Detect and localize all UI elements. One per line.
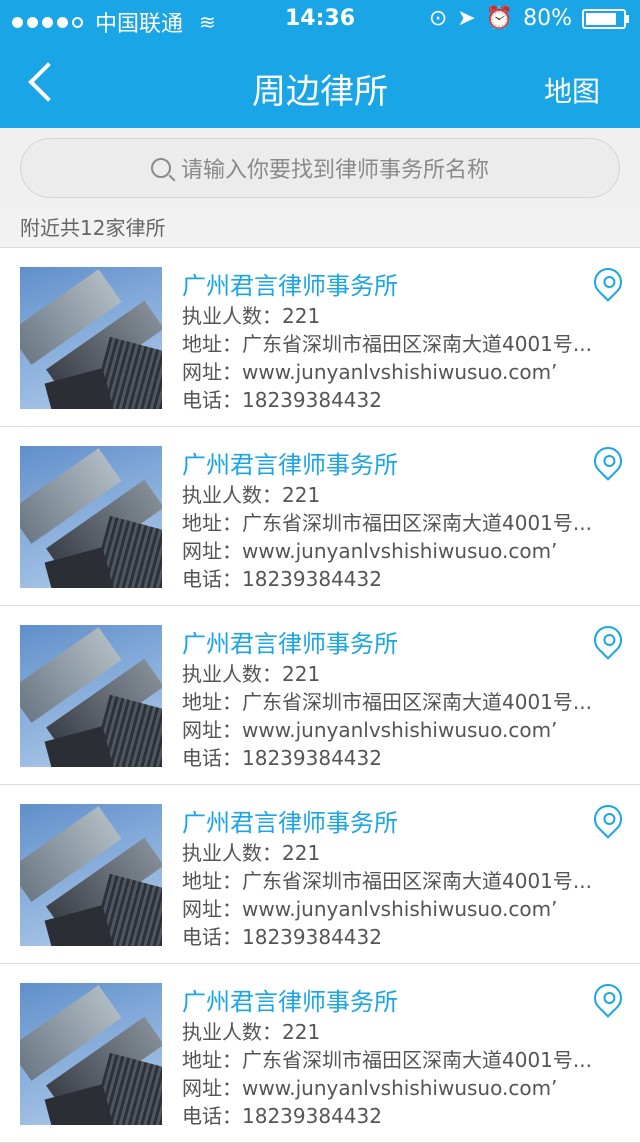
location-pin-icon[interactable] — [588, 441, 628, 481]
firm-phone: 电话：18239384432 — [182, 746, 382, 770]
location-pin-icon[interactable] — [588, 978, 628, 1018]
firm-address: 地址：广东省深圳市福田区深南大道4001号... — [182, 690, 592, 714]
status-right: ⊙ ➤ ⏰ 80% — [428, 6, 629, 31]
firm-name: 广州君言律师事务所 — [182, 988, 398, 1016]
result-count: 附近共12家律所 — [0, 208, 640, 248]
location-pin-icon[interactable] — [588, 620, 628, 660]
firm-address: 地址：广东省深圳市福田区深南大道4001号... — [182, 332, 592, 356]
firm-list-item[interactable]: 广州君言律师事务所 执业人数：221 地址：广东省深圳市福田区深南大道4001号… — [0, 427, 640, 606]
firm-phone: 电话：18239384432 — [182, 388, 382, 412]
firm-website: 网址：www.junyanlvshishiwusuo.com’ — [182, 897, 558, 921]
status-bar: 中国联通 ≋ 14:36 ⊙ ➤ ⏰ 80% — [0, 0, 640, 40]
firm-address: 地址：广东省深圳市福田区深南大道4001号... — [182, 869, 592, 893]
search-icon — [150, 158, 171, 178]
search-input[interactable]: 请输入你要找到律师事务所名称 — [20, 138, 620, 198]
firm-phone: 电话：18239384432 — [182, 1104, 382, 1128]
firm-list: 广州君言律师事务所 执业人数：221 地址：广东省深圳市福田区深南大道4001号… — [0, 248, 640, 1143]
firm-name: 广州君言律师事务所 — [182, 272, 398, 300]
firm-list-item[interactable]: 广州君言律师事务所 执业人数：221 地址：广东省深圳市福田区深南大道4001号… — [0, 964, 640, 1143]
location-arrow-icon: ➤ — [457, 6, 476, 31]
firm-website: 网址：www.junyanlvshishiwusuo.com’ — [182, 1076, 558, 1100]
firm-thumbnail — [20, 983, 162, 1125]
firm-thumbnail — [20, 625, 162, 767]
firm-thumbnail — [20, 446, 162, 588]
firm-staff: 执业人数：221 — [182, 1020, 321, 1044]
search-section: 请输入你要找到律师事务所名称 — [0, 128, 640, 209]
firm-staff: 执业人数：221 — [182, 304, 321, 328]
nav-bar: 周边律所 地图 — [0, 40, 640, 128]
location-pin-icon[interactable] — [588, 262, 628, 302]
rotation-lock-icon: ⊙ — [428, 6, 448, 31]
firm-list-item[interactable]: 广州君言律师事务所 执业人数：221 地址：广东省深圳市福田区深南大道4001号… — [0, 785, 640, 964]
firm-phone: 电话：18239384432 — [182, 567, 382, 591]
firm-name: 广州君言律师事务所 — [182, 451, 398, 479]
firm-address: 地址：广东省深圳市福田区深南大道4001号... — [182, 511, 592, 535]
firm-staff: 执业人数：221 — [182, 662, 321, 686]
firm-list-item[interactable]: 广州君言律师事务所 执业人数：221 地址：广东省深圳市福田区深南大道4001号… — [0, 606, 640, 785]
firm-list-item[interactable]: 广州君言律师事务所 执业人数：221 地址：广东省深圳市福田区深南大道4001号… — [0, 248, 640, 427]
firm-address: 地址：广东省深圳市福田区深南大道4001号... — [182, 1048, 592, 1072]
firm-staff: 执业人数：221 — [182, 483, 321, 507]
search-placeholder: 请输入你要找到律师事务所名称 — [180, 158, 489, 183]
firm-website: 网址：www.junyanlvshishiwusuo.com’ — [182, 718, 558, 742]
alarm-icon: ⏰ — [485, 6, 514, 31]
map-button[interactable]: 地图 — [544, 70, 600, 110]
battery-icon — [582, 8, 629, 29]
firm-name: 广州君言律师事务所 — [182, 809, 398, 837]
battery-percent: 80% — [523, 6, 572, 31]
top-bar: 中国联通 ≋ 14:36 ⊙ ➤ ⏰ 80% 周边律所 地图 — [0, 0, 640, 128]
location-pin-icon[interactable] — [588, 799, 628, 839]
firm-phone: 电话：18239384432 — [182, 925, 382, 949]
firm-staff: 执业人数：221 — [182, 841, 321, 865]
firm-name: 广州君言律师事务所 — [182, 630, 398, 658]
firm-website: 网址：www.junyanlvshishiwusuo.com’ — [182, 539, 558, 563]
firm-website: 网址：www.junyanlvshishiwusuo.com’ — [182, 360, 558, 384]
firm-thumbnail — [20, 804, 162, 946]
firm-thumbnail — [20, 267, 162, 409]
